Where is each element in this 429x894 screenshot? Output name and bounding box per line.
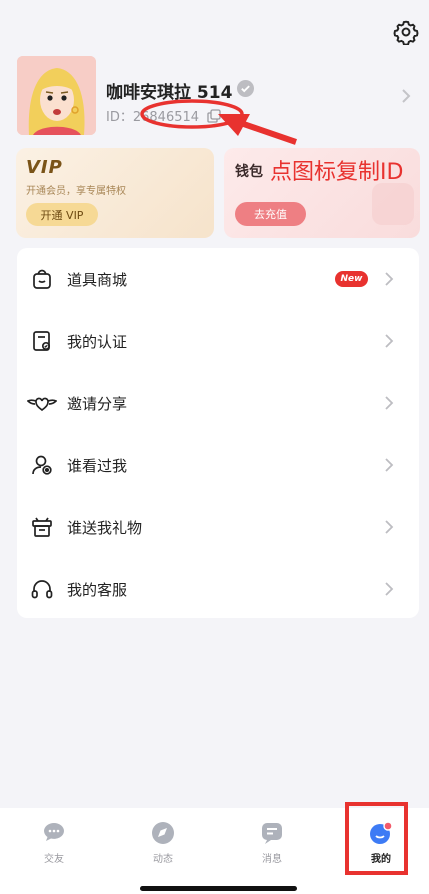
- tab-moments[interactable]: 动态: [133, 812, 193, 872]
- tab-label: 动态: [153, 854, 173, 865]
- avatar[interactable]: [17, 56, 96, 135]
- menu-item-label: 谁送我礼物: [67, 518, 143, 537]
- vip-title: VIP: [26, 157, 63, 178]
- chevron-right-icon: [383, 333, 395, 349]
- chevron-right-icon: [383, 581, 395, 597]
- headset-icon: [30, 577, 54, 601]
- chevron-right-icon: [383, 395, 395, 411]
- settings-gear-icon[interactable]: [391, 17, 421, 47]
- open-vip-button[interactable]: 开通 VIP: [26, 203, 98, 226]
- menu-item-label: 我的认证: [67, 332, 128, 351]
- tab-messages[interactable]: 消息: [242, 812, 302, 872]
- home-indicator: [140, 886, 297, 891]
- winged-heart-icon: [26, 391, 58, 415]
- compass-icon: [150, 820, 176, 846]
- wallet-title: 钱包: [235, 164, 263, 180]
- recharge-button[interactable]: 去充值: [235, 202, 306, 226]
- certificate-icon: [30, 329, 54, 353]
- menu-list: 道具商城 New 我的认证 邀请分享 谁看过我 谁送我礼物 我的客服: [17, 248, 419, 618]
- menu-item-invite-share[interactable]: 邀请分享: [17, 372, 419, 434]
- chevron-right-icon: [383, 519, 395, 535]
- tab-label: 交友: [44, 854, 64, 865]
- tab-friends[interactable]: 交友: [24, 812, 84, 872]
- menu-item-profile-viewers[interactable]: 谁看过我: [17, 434, 419, 496]
- gift-box-icon: [30, 515, 54, 539]
- menu-item-label: 我的客服: [67, 580, 128, 599]
- vip-description: 开通会员，享专属特权: [26, 186, 126, 197]
- menu-item-prop-shop[interactable]: 道具商城 New: [17, 248, 419, 310]
- message-icon: [259, 820, 285, 846]
- menu-item-label: 邀请分享: [67, 394, 128, 413]
- menu-item-label: 谁看过我: [67, 456, 128, 475]
- menu-item-customer-service[interactable]: 我的客服: [17, 558, 419, 620]
- tab-label: 消息: [262, 854, 282, 865]
- annotation-highlight-box: [345, 802, 408, 875]
- annotation-text: 点图标复制ID: [270, 160, 404, 185]
- shopping-bag-icon: [30, 267, 54, 291]
- profile-viewers-icon: [30, 453, 54, 477]
- menu-item-gift-senders[interactable]: 谁送我礼物: [17, 496, 419, 558]
- profile-chevron-icon[interactable]: [399, 87, 413, 105]
- menu-item-label: 道具商城: [67, 270, 128, 289]
- new-badge: New: [335, 271, 368, 287]
- menu-item-certification[interactable]: 我的认证: [17, 310, 419, 372]
- wallet-decoration: [372, 183, 414, 225]
- chevron-right-icon: [383, 457, 395, 473]
- chat-bubble-icon: [41, 820, 67, 846]
- chevron-right-icon: [383, 271, 395, 287]
